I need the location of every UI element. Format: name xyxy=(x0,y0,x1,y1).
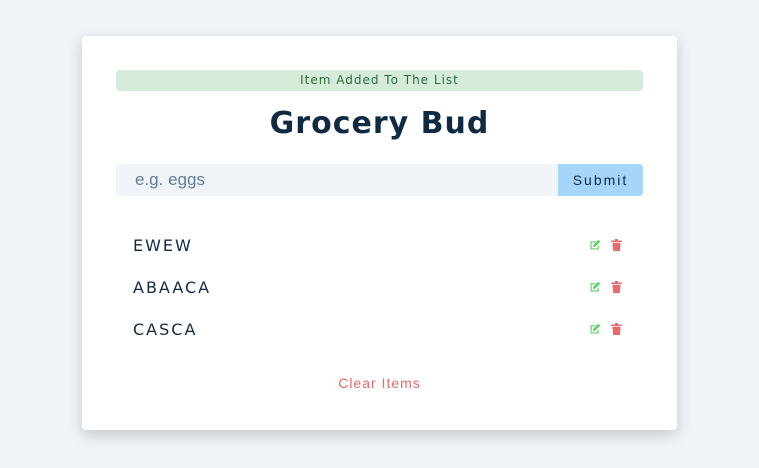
alert-banner: Item Added To The List xyxy=(116,70,643,91)
list-item: EWEW xyxy=(116,226,643,268)
trash-icon xyxy=(610,239,622,251)
trash-icon xyxy=(610,323,622,335)
item-title: ABAACA xyxy=(133,278,212,297)
edit-button[interactable] xyxy=(588,322,602,336)
item-actions xyxy=(588,322,623,336)
item-actions xyxy=(588,280,623,294)
app-title: Grocery Bud xyxy=(269,106,490,141)
edit-icon xyxy=(590,239,601,250)
grocery-card: Item Added To The List Grocery Bud Submi… xyxy=(82,36,677,430)
item-title: CASCA xyxy=(133,320,198,339)
list-item: ABAACA xyxy=(116,268,643,310)
edit-icon xyxy=(590,281,601,292)
submit-button[interactable]: Submit xyxy=(558,164,643,196)
item-actions xyxy=(588,238,623,252)
list-item: CASCA xyxy=(116,310,643,352)
delete-button[interactable] xyxy=(609,280,623,294)
item-title: EWEW xyxy=(133,236,193,255)
edit-button[interactable] xyxy=(588,280,602,294)
delete-button[interactable] xyxy=(609,322,623,336)
clear-items-button[interactable]: Clear Items xyxy=(338,375,421,391)
grocery-form: Submit xyxy=(116,164,643,196)
delete-button[interactable] xyxy=(609,238,623,252)
edit-icon xyxy=(590,323,601,334)
grocery-list: EWEW ABAACA CASCA xyxy=(116,226,643,352)
grocery-input[interactable] xyxy=(116,164,558,196)
trash-icon xyxy=(610,281,622,293)
clear-container: Clear Items xyxy=(82,373,677,392)
edit-button[interactable] xyxy=(588,238,602,252)
